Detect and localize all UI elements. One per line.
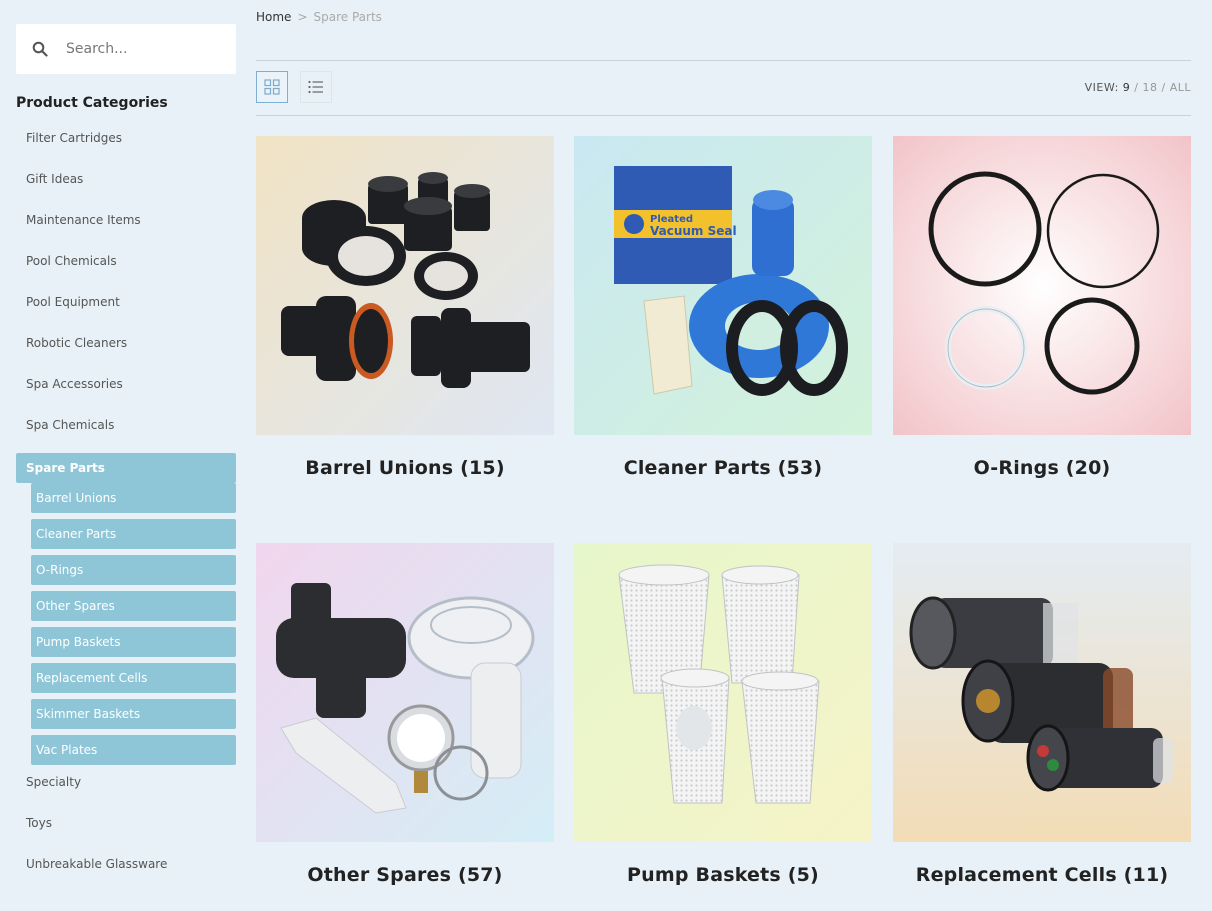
subcategory-replacement-cells[interactable]: Replacement Cells bbox=[31, 663, 236, 693]
category-robotic-cleaners[interactable]: Robotic Cleaners bbox=[16, 336, 236, 377]
search-icon bbox=[16, 41, 64, 57]
category-filter-cartridges[interactable]: Filter Cartridges bbox=[16, 131, 236, 172]
product-card-cleaner-parts[interactable]: Pleated Vacuum Seal Cleaner Parts (53) bbox=[574, 136, 872, 479]
product-title[interactable]: Cleaner Parts (53) bbox=[574, 457, 872, 479]
category-toys[interactable]: Toys bbox=[16, 816, 236, 857]
product-card-replacement-cells[interactable]: Replacement Cells (11) bbox=[893, 543, 1191, 886]
category-pool-chemicals[interactable]: Pool Chemicals bbox=[16, 254, 236, 295]
subcategory-pump-baskets[interactable]: Pump Baskets bbox=[31, 627, 236, 657]
grid-icon bbox=[264, 79, 280, 95]
breadcrumb-current: Spare Parts bbox=[313, 10, 382, 24]
view-option-all[interactable]: ALL bbox=[1170, 81, 1191, 94]
product-card-pump-baskets[interactable]: Pump Baskets (5) bbox=[574, 543, 872, 886]
subcategory-barrel-unions[interactable]: Barrel Unions bbox=[31, 483, 236, 513]
toolbar-bottom-divider bbox=[256, 115, 1191, 116]
category-specialty[interactable]: Specialty bbox=[16, 775, 236, 816]
subcategory-other-spares[interactable]: Other Spares bbox=[31, 591, 236, 621]
replacement-cells-image[interactable] bbox=[893, 543, 1191, 842]
breadcrumb: Home > Spare Parts bbox=[256, 10, 382, 24]
category-spare-parts[interactable]: Spare Parts bbox=[16, 453, 236, 483]
pump-baskets-image[interactable] bbox=[574, 543, 872, 842]
product-title[interactable]: Pump Baskets (5) bbox=[574, 864, 872, 886]
product-title[interactable]: O-Rings (20) bbox=[893, 457, 1191, 479]
grid-view-button[interactable] bbox=[256, 71, 288, 103]
subcategory-vac-plates[interactable]: Vac Plates bbox=[31, 735, 236, 765]
sidebar: Product Categories Filter Cartridges Gif… bbox=[16, 24, 236, 898]
category-spa-accessories[interactable]: Spa Accessories bbox=[16, 377, 236, 418]
view-count-selector: VIEW: 9 / 18 / ALL bbox=[1084, 81, 1191, 94]
toolbar-top-divider bbox=[256, 60, 1191, 61]
view-option-18[interactable]: 18 bbox=[1143, 81, 1158, 94]
subcategory-skimmer-baskets[interactable]: Skimmer Baskets bbox=[31, 699, 236, 729]
category-unbreakable-glassware[interactable]: Unbreakable Glassware bbox=[16, 857, 236, 898]
view-label: VIEW: bbox=[1084, 81, 1119, 94]
category-list: Filter Cartridges Gift Ideas Maintenance… bbox=[16, 131, 236, 483]
o-rings-image[interactable] bbox=[893, 136, 1191, 435]
barrel-unions-image[interactable] bbox=[256, 136, 554, 435]
search-box[interactable] bbox=[16, 24, 236, 74]
product-title[interactable]: Barrel Unions (15) bbox=[256, 457, 554, 479]
product-title[interactable]: Replacement Cells (11) bbox=[893, 864, 1191, 886]
other-spares-image[interactable] bbox=[256, 543, 554, 842]
category-list-continued: Specialty Toys Unbreakable Glassware bbox=[16, 775, 236, 898]
product-title[interactable]: Other Spares (57) bbox=[256, 864, 554, 886]
breadcrumb-separator: > bbox=[297, 10, 308, 24]
product-card-other-spares[interactable]: Other Spares (57) bbox=[256, 543, 554, 886]
list-view-button[interactable] bbox=[300, 71, 332, 103]
category-gift-ideas[interactable]: Gift Ideas bbox=[16, 172, 236, 213]
cleaner-parts-image[interactable]: Pleated Vacuum Seal bbox=[574, 136, 872, 435]
product-card-o-rings[interactable]: O-Rings (20) bbox=[893, 136, 1191, 479]
subcategory-list: Barrel Unions Cleaner Parts O-Rings Othe… bbox=[31, 483, 236, 765]
svg-text:Vacuum Seal: Vacuum Seal bbox=[650, 224, 737, 238]
breadcrumb-home[interactable]: Home bbox=[256, 10, 291, 24]
subcategory-cleaner-parts[interactable]: Cleaner Parts bbox=[31, 519, 236, 549]
search-input[interactable] bbox=[64, 40, 228, 58]
category-pool-equipment[interactable]: Pool Equipment bbox=[16, 295, 236, 336]
category-maintenance-items[interactable]: Maintenance Items bbox=[16, 213, 236, 254]
product-card-barrel-unions[interactable]: Barrel Unions (15) bbox=[256, 136, 554, 479]
categories-heading: Product Categories bbox=[16, 95, 168, 111]
subcategory-o-rings[interactable]: O-Rings bbox=[31, 555, 236, 585]
list-icon bbox=[308, 80, 323, 94]
